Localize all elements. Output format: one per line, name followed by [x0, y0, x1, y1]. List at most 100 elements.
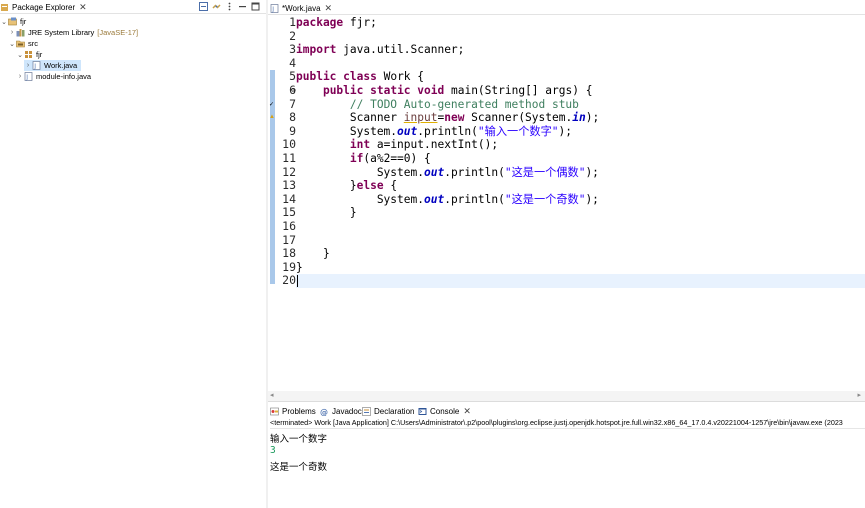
- line-number: 4: [289, 55, 296, 70]
- package-explorer-tabbar: Package Explorer ✕: [0, 0, 266, 14]
- tab-declaration[interactable]: Declaration: [362, 405, 414, 418]
- line-number: 20: [282, 273, 296, 288]
- line-number: 19: [282, 259, 296, 274]
- svg-text:@: @: [320, 408, 328, 416]
- tab-label: Declaration: [374, 407, 415, 416]
- code-line: }: [296, 260, 303, 274]
- editor-tabbar: J *Work.java ✕: [268, 0, 865, 15]
- tab-package-explorer-label: Package Explorer: [12, 3, 76, 12]
- code-line: public class Work {: [296, 70, 425, 84]
- tab-console[interactable]: Console ✕: [418, 405, 471, 418]
- collapsed-chevron-icon[interactable]: ›: [8, 29, 16, 36]
- java-file-icon: J: [32, 61, 41, 70]
- expanded-chevron-icon[interactable]: ⌄: [8, 40, 16, 48]
- line-number: 1: [289, 15, 296, 29]
- tree-item-project[interactable]: ⌄ fjr: [0, 16, 26, 27]
- console-process-description: <terminated> Work [Java Application] C:\…: [270, 418, 865, 429]
- text-caret: [297, 275, 298, 288]
- tab-javadoc[interactable]: @ Javadoc: [320, 405, 362, 418]
- svg-text:J: J: [33, 63, 36, 70]
- tree-item-work-java[interactable]: › J Work.java: [24, 60, 82, 71]
- code-line: int a=input.nextInt();: [349, 138, 499, 152]
- svg-text:J: J: [271, 6, 274, 13]
- minimize-icon[interactable]: [238, 2, 247, 11]
- declaration-icon: [362, 407, 371, 416]
- line-number: 10: [282, 137, 296, 152]
- collapse-all-icon[interactable]: [199, 2, 208, 11]
- tree-item-label: fjr: [20, 17, 27, 26]
- code-line: System.out.println("这是一个奇数");: [296, 192, 599, 206]
- tree-item-label: src: [28, 39, 38, 48]
- line-number: 14: [282, 191, 296, 206]
- code-line: }: [296, 247, 330, 261]
- code-line: import java.util.Scanner;: [296, 43, 465, 57]
- java-file-icon: J: [270, 4, 279, 13]
- tab-work-java[interactable]: J *Work.java ✕: [270, 2, 332, 15]
- link-with-editor-icon[interactable]: [212, 2, 221, 11]
- close-icon[interactable]: ✕: [463, 407, 471, 416]
- java-file-icon: J: [24, 72, 33, 81]
- source-folder-icon: [16, 40, 25, 48]
- tab-work-java-label: *Work.java: [282, 4, 321, 13]
- overview-ruler: [268, 15, 276, 391]
- scroll-left-icon[interactable]: ◂: [270, 391, 274, 401]
- tab-problems[interactable]: Problems: [270, 405, 316, 418]
- tab-package-explorer[interactable]: Package Explorer ✕: [0, 1, 87, 14]
- code-area[interactable]: package fjr; import java.util.Scanner; p…: [296, 15, 865, 391]
- line-number: 2: [289, 28, 296, 43]
- svg-text:J: J: [25, 74, 28, 81]
- console-output-line: 这是一个奇数: [270, 462, 328, 473]
- java-editor[interactable]: J *Work.java ✕ 1 2 3 4 5 6 7 8 9 10 11 12 13 14 15 16 17…: [268, 0, 865, 401]
- tree-item-label: fjr: [36, 50, 43, 59]
- tab-label: Console: [430, 407, 460, 416]
- console-input-line: 3: [270, 445, 276, 456]
- line-number: 3: [289, 42, 296, 57]
- tree-item-package[interactable]: ⌄ fjr: [16, 49, 42, 60]
- collapsed-chevron-icon[interactable]: ›: [16, 73, 24, 80]
- code-line: }: [296, 206, 357, 220]
- tree-item-label: module-info.java: [36, 72, 92, 81]
- line-number: 12: [282, 164, 296, 179]
- code-line: if(a%2==0) {: [349, 152, 431, 165]
- code-line: Scanner input=new Scanner(System.in);: [296, 111, 600, 125]
- collapsed-chevron-icon[interactable]: ›: [24, 62, 32, 69]
- line-number: 16: [282, 219, 296, 233]
- bottom-views: Problems @ Javadoc Declaration Console ✕…: [268, 401, 865, 508]
- line-number-gutter: 1 2 3 4 5 6 7 8 9 10 11 12 13 14 15 16 17 18 19 20 ⊖ ✓ ▲: [269, 15, 296, 391]
- maximize-icon[interactable]: [251, 2, 260, 11]
- tree-item-label: Work.java: [44, 61, 78, 70]
- line-number: 7: [289, 96, 296, 111]
- line-number: 18: [282, 246, 296, 261]
- tree-item-label: JRE System Library: [28, 28, 95, 37]
- line-number: 13: [282, 178, 296, 193]
- expanded-chevron-icon[interactable]: ⌄: [16, 51, 24, 59]
- view-menu-icon[interactable]: [225, 2, 234, 11]
- console-icon: [418, 408, 427, 415]
- package-explorer-icon: [1, 4, 8, 11]
- tree-item-src[interactable]: ⌄ src: [8, 38, 38, 49]
- code-line: // TODO Auto-generated method stub: [349, 97, 579, 111]
- console-output-line: 输入一个数字: [270, 434, 328, 445]
- expanded-chevron-icon[interactable]: ⌄: [0, 18, 8, 26]
- horizontal-scrollbar[interactable]: ◂ ▸: [268, 391, 865, 401]
- code-line: }else {: [296, 179, 398, 193]
- tree-item-jre-library[interactable]: › JRE System Library [JavaSE-17]: [8, 27, 138, 38]
- bottom-tabbar: Problems @ Javadoc Declaration Console ✕: [268, 402, 865, 417]
- java-project-icon: [8, 17, 17, 26]
- tab-label: Javadoc: [332, 407, 362, 416]
- task-marker-icon: ✓: [269, 101, 275, 108]
- tree-item-module-info[interactable]: › J module-info.java: [16, 71, 91, 82]
- scroll-right-icon[interactable]: ▸: [857, 391, 861, 401]
- close-icon[interactable]: ✕: [325, 4, 333, 13]
- tree-item-decoration: [JavaSE-17]: [97, 28, 139, 37]
- line-number: 8: [289, 110, 296, 125]
- tab-label: Problems: [282, 407, 316, 416]
- problems-icon: [270, 407, 279, 416]
- line-number: 17: [282, 232, 296, 247]
- package-icon: [25, 51, 32, 58]
- code-line: System.out.println("这是一个偶数");: [296, 165, 599, 179]
- line-number: 9: [289, 123, 296, 138]
- code-line: public static void main(String[] args) {: [322, 84, 593, 97]
- close-icon[interactable]: ✕: [79, 3, 87, 12]
- line-number: 11: [282, 151, 296, 165]
